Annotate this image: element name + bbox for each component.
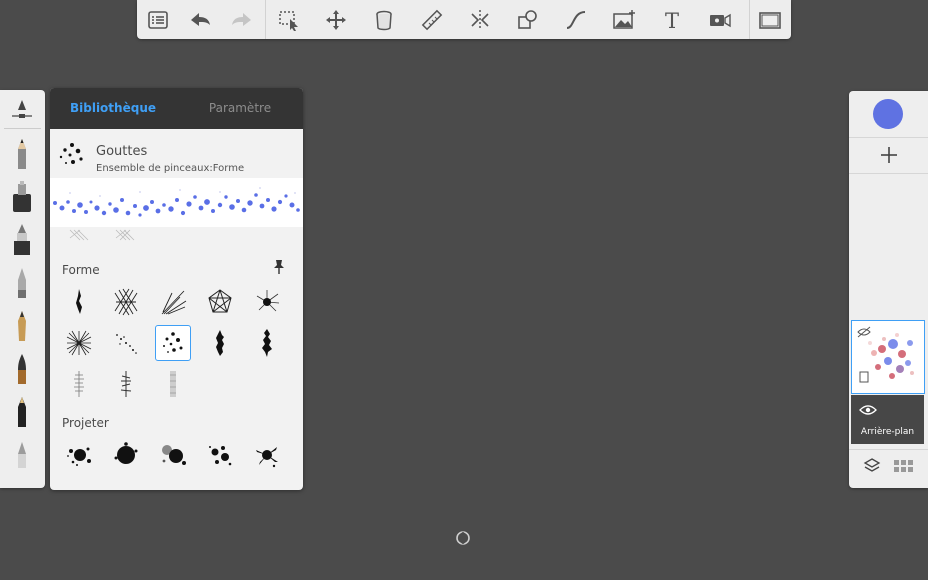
brush-thumb-forme-11[interactable]	[61, 366, 97, 402]
undo-icon[interactable]	[184, 4, 216, 36]
airbrush-icon[interactable]	[6, 179, 38, 215]
brush-thumb-forme-10[interactable]	[249, 325, 285, 361]
svg-text:T: T	[665, 9, 679, 32]
text-icon[interactable]: T	[656, 4, 688, 36]
tab-library[interactable]: Bibliothèque	[50, 88, 176, 129]
current-brush[interactable]: Gouttes Ensemble de pinceaux:Forme	[50, 129, 303, 178]
brush-thumb-forme-7[interactable]	[108, 325, 144, 361]
brush-thumb-forme-13[interactable]	[155, 366, 191, 402]
select-icon[interactable]	[273, 4, 305, 36]
scroll-partial-brushes	[69, 229, 135, 241]
eye-icon[interactable]	[859, 404, 877, 416]
brush-set-label: Ensemble de pinceaux:Forme	[96, 163, 245, 174]
layer-lock-icon	[859, 371, 869, 383]
fill-icon[interactable]	[368, 4, 400, 36]
move-icon[interactable]	[320, 4, 352, 36]
brush-thumb-projeter-2[interactable]	[108, 437, 144, 473]
brush-thumb-forme-12[interactable]	[108, 366, 144, 402]
layers-panel: Arrière-plan	[849, 91, 928, 488]
background-layer[interactable]: Arrière-plan	[851, 395, 924, 444]
layer-thumbnail[interactable]	[851, 320, 925, 394]
shapes-icon[interactable]	[512, 4, 544, 36]
brush-thumb-forme-1[interactable]	[61, 284, 97, 320]
list-icon[interactable]	[142, 4, 174, 36]
brush-name: Gouttes	[96, 144, 148, 159]
brush-thumb-projeter-3[interactable]	[155, 437, 191, 473]
brush-library-panel: Bibliothèque Paramètre Gouttes Ensemble …	[50, 88, 303, 490]
layer-hidden-eye-icon	[857, 326, 871, 338]
pencil-brush-icon[interactable]	[6, 136, 38, 172]
panel-tabs: Bibliothèque Paramètre	[50, 88, 303, 129]
ballpoint-brush-icon[interactable]	[6, 265, 38, 301]
brush-stroke-preview	[50, 178, 303, 227]
brush-strip	[0, 90, 45, 488]
grid-view-icon[interactable]	[893, 459, 915, 473]
brush-thumb-forme-9[interactable]	[202, 325, 238, 361]
video-icon[interactable]	[704, 4, 736, 36]
brush-thumb-forme-4[interactable]	[202, 284, 238, 320]
section-projeter-label: Projeter	[62, 416, 109, 430]
add-layer-icon[interactable]	[877, 143, 901, 167]
sync-icon[interactable]	[456, 531, 470, 545]
brush-thumb-forme-5[interactable]	[249, 284, 285, 320]
calligraphy-brush-icon[interactable]	[6, 308, 38, 344]
brush-thumb-projeter-5[interactable]	[249, 437, 285, 473]
pin-icon[interactable]	[272, 259, 286, 275]
color-picker-swatch[interactable]	[873, 99, 903, 129]
ruler-icon[interactable]	[416, 4, 448, 36]
brush-thumb-projeter-4[interactable]	[202, 437, 238, 473]
ink-brush-icon[interactable]	[6, 394, 38, 430]
fullscreen-icon[interactable]	[754, 4, 786, 36]
eraser-brush-icon[interactable]	[6, 437, 38, 473]
curve-icon[interactable]	[560, 4, 592, 36]
drops-brush-icon	[59, 143, 83, 164]
brush-adjust-icon[interactable]	[6, 92, 38, 128]
brush-thumb-forme-6[interactable]	[61, 325, 97, 361]
redo-icon[interactable]	[226, 4, 258, 36]
image-icon[interactable]	[608, 4, 640, 36]
background-layer-label: Arrière-plan	[860, 427, 915, 437]
brush-thumb-projeter-1[interactable]	[61, 437, 97, 473]
symmetry-icon[interactable]	[464, 4, 496, 36]
marker-brush-icon[interactable]	[6, 222, 38, 258]
top-toolbar: T	[137, 0, 791, 39]
section-forme-label: Forme	[62, 263, 100, 277]
paintbrush-icon[interactable]	[6, 351, 38, 387]
layers-stack-icon[interactable]	[863, 457, 881, 475]
brush-thumb-forme-2[interactable]	[108, 284, 144, 320]
tab-settings[interactable]: Paramètre	[177, 88, 303, 129]
brush-thumb-forme-drops-selected[interactable]	[155, 325, 191, 361]
brush-thumb-forme-3[interactable]	[155, 284, 191, 320]
